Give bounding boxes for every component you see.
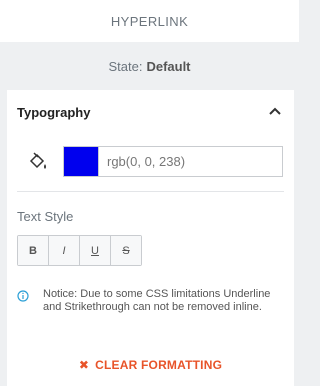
typography-panel: Typography rgb(0, 0, 238) Text Style B I… bbox=[7, 90, 294, 386]
notice: Notice: Due to some CSS limitations Unde… bbox=[17, 288, 282, 314]
italic-button[interactable]: I bbox=[49, 236, 80, 265]
close-icon: ✖ bbox=[78, 358, 90, 372]
text-style-buttons: B I U S bbox=[17, 235, 142, 266]
paint-bucket-icon bbox=[29, 152, 46, 169]
typography-section-header[interactable]: Typography bbox=[7, 90, 294, 134]
chevron-up-icon[interactable] bbox=[268, 106, 282, 116]
color-picker-row: rgb(0, 0, 238) bbox=[17, 146, 284, 177]
header-title: HYPERLINK bbox=[110, 13, 189, 29]
state-label: State: bbox=[108, 58, 143, 74]
color-value-input[interactable]: rgb(0, 0, 238) bbox=[99, 146, 283, 177]
divider bbox=[17, 191, 284, 192]
color-swatch[interactable] bbox=[63, 146, 99, 177]
clear-formatting-button[interactable]: ✖ CLEAR FORMATTING bbox=[7, 358, 294, 372]
panel-header: HYPERLINK bbox=[0, 0, 299, 42]
typography-title: Typography bbox=[17, 104, 91, 120]
underline-button[interactable]: U bbox=[80, 236, 111, 265]
bold-button[interactable]: B bbox=[18, 236, 49, 265]
text-style-label: Text Style bbox=[17, 209, 74, 224]
info-icon bbox=[17, 290, 29, 302]
clear-formatting-label: CLEAR FORMATTING bbox=[95, 358, 223, 372]
color-value-text: rgb(0, 0, 238) bbox=[107, 154, 186, 169]
state-value: Default bbox=[146, 58, 191, 74]
state-bar[interactable]: State: Default bbox=[0, 42, 299, 90]
strikethrough-button[interactable]: S bbox=[111, 236, 141, 265]
notice-text: Notice: Due to some CSS limitations Unde… bbox=[43, 288, 271, 313]
